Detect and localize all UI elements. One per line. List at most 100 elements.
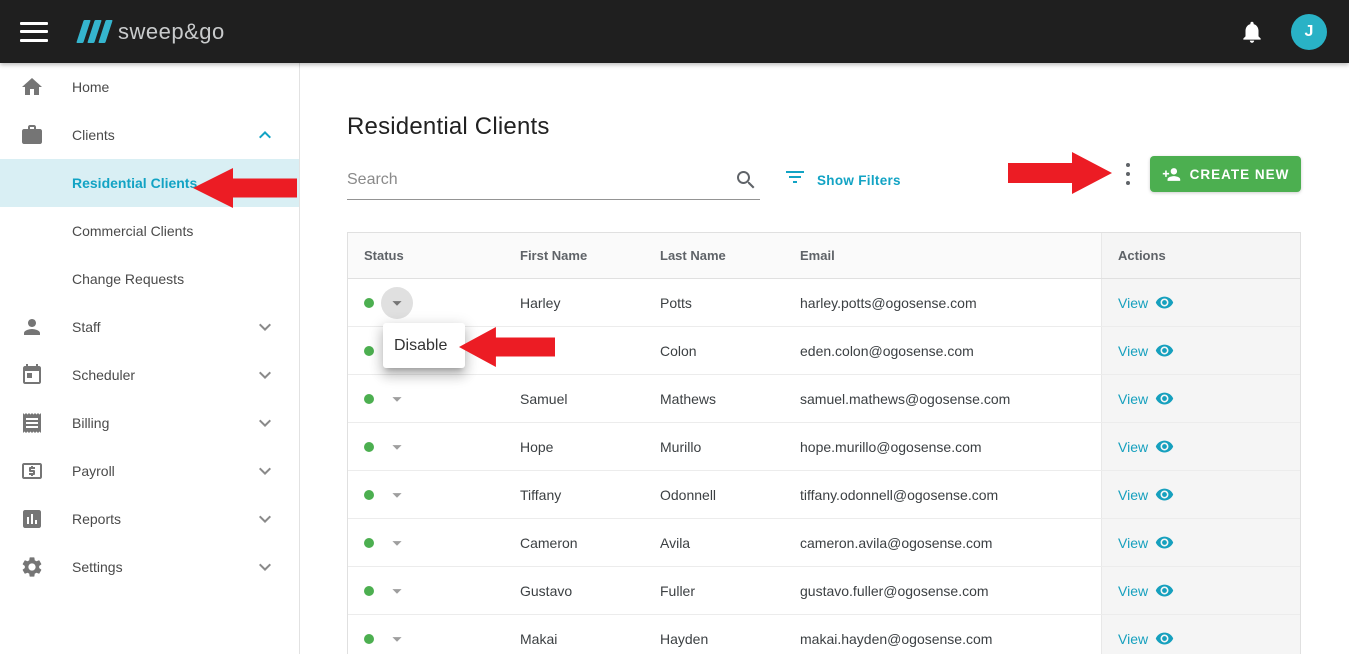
view-link[interactable]: View — [1118, 485, 1174, 504]
chevron-down-icon — [253, 315, 277, 339]
eye-icon — [1155, 341, 1174, 360]
sidebar-item-scheduler[interactable]: Scheduler — [0, 351, 299, 399]
person-add-icon — [1162, 165, 1181, 184]
eye-icon — [1155, 437, 1174, 456]
email-cell: harley.potts@ogosense.com — [784, 279, 1101, 326]
status-dot — [364, 394, 374, 404]
status-header: Status — [348, 233, 504, 278]
first-name-cell: Gustavo — [504, 567, 644, 614]
table-row: Hope Murillo hope.murillo@ogosense.com V… — [348, 423, 1300, 471]
sidebar-item-payroll[interactable]: Payroll — [0, 447, 299, 495]
view-link[interactable]: View — [1118, 341, 1174, 360]
status-dropdown-menu: Disable — [383, 323, 465, 368]
eye-icon — [1155, 629, 1174, 648]
email-cell: tiffany.odonnell@ogosense.com — [784, 471, 1101, 518]
sidebar-item-staff[interactable]: Staff — [0, 303, 299, 351]
sidebar-item-settings[interactable]: Settings — [0, 543, 299, 591]
first-name-cell: Hope — [504, 423, 644, 470]
search-field — [347, 160, 760, 200]
user-avatar[interactable]: J — [1291, 14, 1327, 50]
email-cell: makai.hayden@ogosense.com — [784, 615, 1101, 654]
status-dot — [364, 634, 374, 644]
status-dropdown-caret[interactable] — [381, 287, 413, 319]
sidebar-item-residential-clients[interactable]: Residential Clients — [0, 159, 299, 207]
chevron-up-icon — [253, 123, 277, 147]
view-link[interactable]: View — [1118, 629, 1174, 648]
last-name-header: Last Name — [644, 233, 784, 278]
home-icon — [20, 75, 44, 99]
status-dropdown-caret[interactable] — [381, 479, 413, 511]
email-header: Email — [784, 233, 1101, 278]
first-name-cell: Harley — [504, 279, 644, 326]
table-row: Tiffany Odonnell tiffany.odonnell@ogosen… — [348, 471, 1300, 519]
disable-menu-item[interactable]: Disable — [383, 337, 465, 355]
table-row: Gustavo Fuller gustavo.fuller@ogosense.c… — [348, 567, 1300, 615]
eye-icon — [1155, 389, 1174, 408]
filter-icon — [783, 165, 807, 194]
status-dot — [364, 346, 374, 356]
table-header-row: Status First Name Last Name Email Action… — [348, 233, 1300, 279]
eye-icon — [1155, 533, 1174, 552]
eye-icon — [1155, 485, 1174, 504]
chevron-down-icon — [253, 459, 277, 483]
status-dot — [364, 442, 374, 452]
sidebar-item-reports[interactable]: Reports — [0, 495, 299, 543]
view-link[interactable]: View — [1118, 293, 1174, 312]
last-name-cell: Avila — [644, 519, 784, 566]
status-dropdown-caret[interactable] — [381, 383, 413, 415]
logo-text: sweep&go — [118, 19, 225, 45]
sidebar-item-clients[interactable]: Clients — [0, 111, 299, 159]
search-input[interactable] — [347, 160, 760, 199]
status-dot — [364, 538, 374, 548]
status-dot — [364, 586, 374, 596]
bar-chart-icon — [20, 507, 44, 531]
table-row: Colon eden.colon@ogosense.com View — [348, 327, 1300, 375]
chevron-down-icon — [253, 555, 277, 579]
kebab-menu[interactable] — [1119, 161, 1137, 187]
notifications-bell-icon[interactable] — [1239, 19, 1265, 45]
first-name-cell — [504, 327, 644, 374]
sweepandgo-logo: sweep&go — [80, 19, 225, 45]
eye-icon — [1155, 293, 1174, 312]
dollar-icon — [20, 459, 44, 483]
create-new-button[interactable]: CREATE NEW — [1150, 156, 1301, 192]
table-row: Makai Hayden makai.hayden@ogosense.com V… — [348, 615, 1300, 654]
status-dot — [364, 298, 374, 308]
clients-table: Status First Name Last Name Email Action… — [347, 232, 1301, 654]
gear-icon — [20, 555, 44, 579]
last-name-cell: Potts — [644, 279, 784, 326]
first-name-cell: Cameron — [504, 519, 644, 566]
status-dropdown-caret[interactable] — [381, 431, 413, 463]
last-name-cell: Fuller — [644, 567, 784, 614]
sidebar-nav: Home Clients Residential Clients Commerc… — [0, 63, 300, 654]
show-filters-button[interactable]: Show Filters — [783, 165, 901, 194]
view-link[interactable]: View — [1118, 581, 1174, 600]
email-cell: gustavo.fuller@ogosense.com — [784, 567, 1101, 614]
email-cell: eden.colon@ogosense.com — [784, 327, 1101, 374]
sidebar-item-home[interactable]: Home — [0, 63, 299, 111]
hamburger-menu-icon[interactable] — [20, 22, 48, 42]
last-name-cell: Odonnell — [644, 471, 784, 518]
chevron-down-icon — [253, 411, 277, 435]
view-link[interactable]: View — [1118, 437, 1174, 456]
main-content: Residential Clients Show Filters CREATE … — [300, 63, 1349, 654]
briefcase-icon — [20, 123, 44, 147]
sidebar-item-change-requests[interactable]: Change Requests — [0, 255, 299, 303]
search-icon[interactable] — [734, 168, 758, 192]
view-link[interactable]: View — [1118, 389, 1174, 408]
top-app-bar: sweep&go J — [0, 0, 1349, 63]
email-cell: cameron.avila@ogosense.com — [784, 519, 1101, 566]
actions-header: Actions — [1101, 233, 1300, 278]
sidebar-item-commercial-clients[interactable]: Commercial Clients — [0, 207, 299, 255]
eye-icon — [1155, 581, 1174, 600]
first-name-cell: Tiffany — [504, 471, 644, 518]
status-dropdown-caret[interactable] — [381, 575, 413, 607]
table-row: Cameron Avila cameron.avila@ogosense.com… — [348, 519, 1300, 567]
status-dropdown-caret[interactable] — [381, 527, 413, 559]
sidebar-item-billing[interactable]: Billing — [0, 399, 299, 447]
email-cell: samuel.mathews@ogosense.com — [784, 375, 1101, 422]
view-link[interactable]: View — [1118, 533, 1174, 552]
status-dropdown-caret[interactable] — [381, 623, 413, 654]
first-name-cell: Makai — [504, 615, 644, 654]
chevron-down-icon — [253, 363, 277, 387]
